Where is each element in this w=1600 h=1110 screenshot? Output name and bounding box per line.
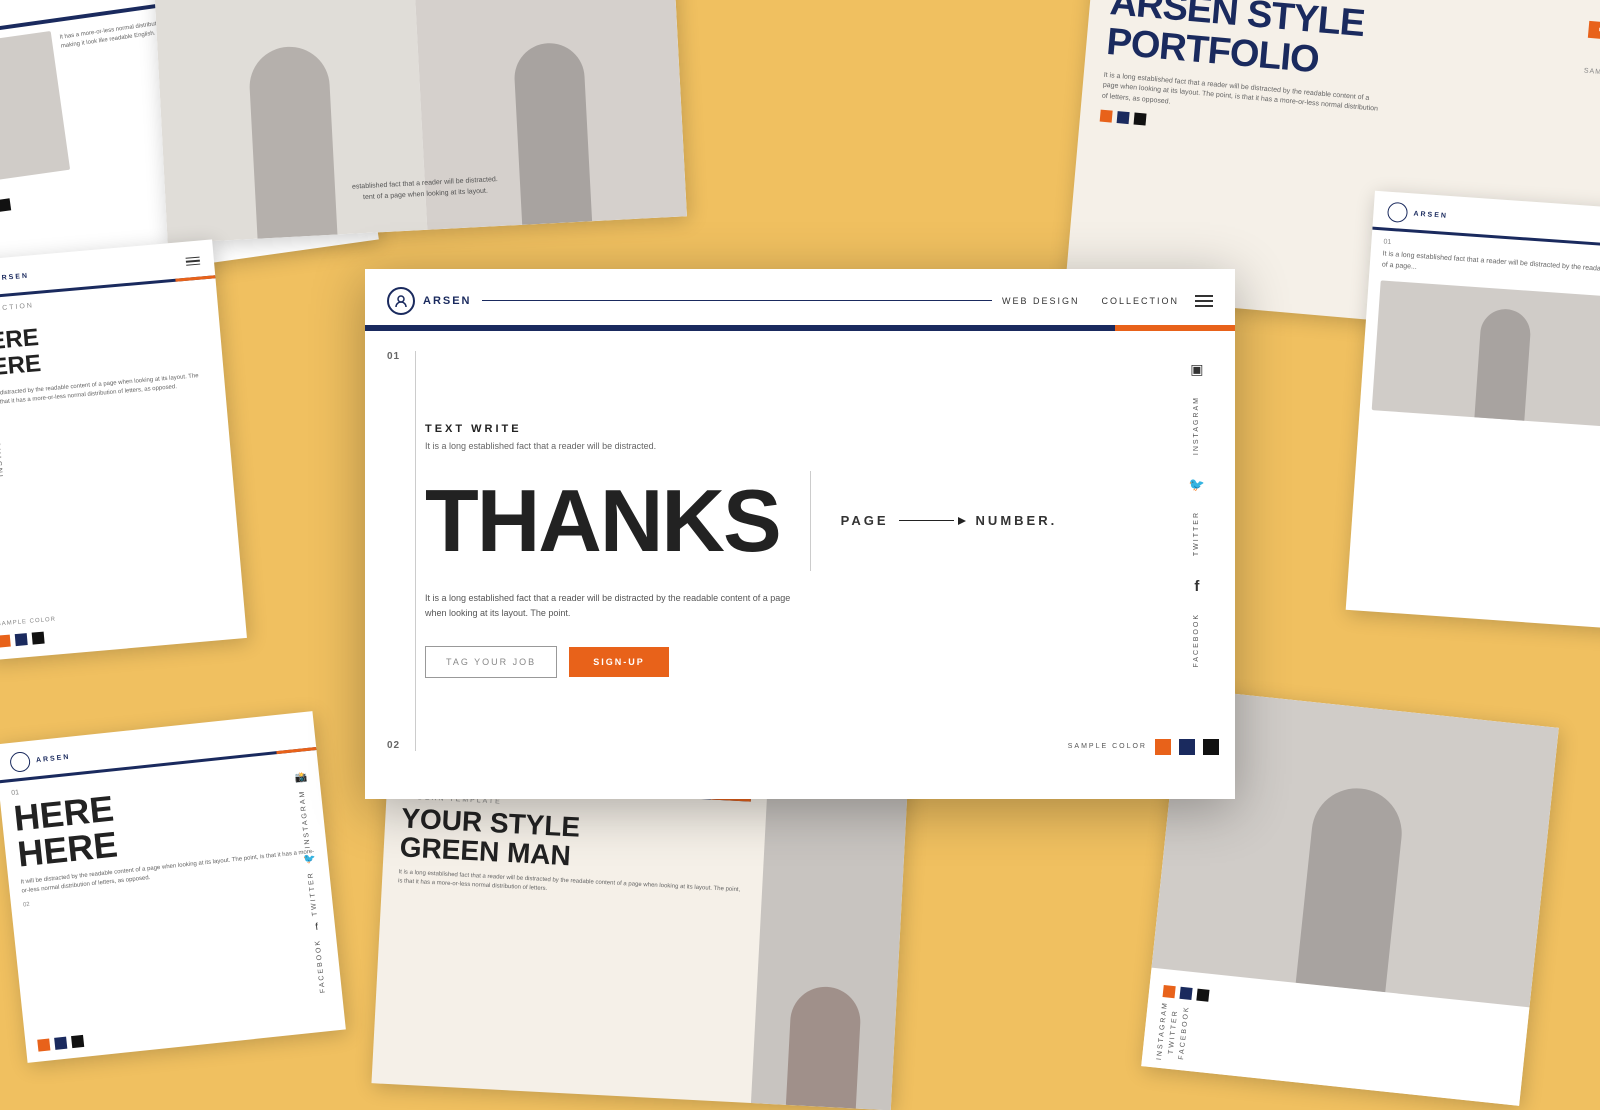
body-text: It is a long established fact that a rea… (425, 591, 805, 622)
text-write-sub: It is a long established fact that a rea… (425, 441, 1173, 451)
arrow-head (958, 517, 966, 525)
nav-items: WEB DESIGN COLLECTION (1002, 296, 1179, 306)
color-swatch-navy (1179, 739, 1195, 755)
sample-color-row: SAMPLE COLOR (1068, 739, 1219, 755)
bg-logo-bl (9, 751, 31, 773)
number-label: NUMBER. (976, 513, 1058, 528)
bg-slide-left-mid: ARSEN COLLECTION 01 HEREHERE It will be … (0, 239, 247, 660)
thanks-text: THANKS (425, 477, 780, 565)
bg-logo-rm (1387, 202, 1408, 223)
page-number-area: PAGE NUMBER. (841, 513, 1058, 528)
nav-web-design: WEB DESIGN (1002, 296, 1080, 306)
main-content: TEXT WRITE It is a long established fact… (425, 351, 1173, 751)
arrow-line (899, 520, 954, 521)
color-swatch-orange (1155, 739, 1171, 755)
thanks-row: THANKS PAGE NUMBER. (425, 471, 1173, 571)
thanks-divider (810, 471, 811, 571)
cta-row: TAG YOUR JOB SIGN-UP (425, 646, 1173, 678)
twitter-label: TWITTER (1193, 511, 1200, 556)
bg-slide-right-mid: ARSEN 01 It is a long established fact t… (1346, 191, 1600, 630)
slide-number-02: 02 (387, 740, 400, 751)
bg-brand-lm: ARSEN (0, 272, 29, 282)
slide-header: ARSEN WEB DESIGN COLLECTION (365, 269, 1235, 325)
page-label: PAGE (841, 513, 889, 528)
logo-circle (387, 287, 415, 315)
tag-job-button[interactable]: TAG YOUR JOB (425, 646, 557, 678)
nav-line (482, 300, 992, 301)
bg-slide-top-center: established fact that a reader will be d… (153, 0, 687, 243)
twitter-icon: 🐦 (1189, 477, 1205, 493)
vertical-line (415, 351, 416, 751)
slide-body: 01 TEXT WRITE It is a long established f… (365, 331, 1235, 771)
bg-slide-bottom-left: ARSEN 01 HEREHERE It will be distracted … (0, 711, 346, 1063)
facebook-label: FACEBOOK (1193, 613, 1200, 668)
instagram-label: INSTAGRAM (1193, 396, 1200, 455)
sign-up-button[interactable]: SIGN-UP (569, 647, 669, 677)
sample-color-label: SAMPLE COLOR (1068, 743, 1147, 750)
bg-brand-rm: ARSEN (1413, 210, 1448, 219)
social-sidebar: ▣ INSTAGRAM 🐦 TWITTER f FACEBOOK (1173, 351, 1205, 751)
nav-collection: COLLECTION (1101, 296, 1179, 306)
bg-slide-bottom-center: ARSEN MODERN TEMPLATE YOUR STYLEGREEN MA… (371, 744, 908, 1110)
text-write-label: TEXT WRITE (425, 423, 1173, 435)
brand-name: ARSEN (423, 295, 472, 307)
color-swatch-black (1203, 739, 1219, 755)
slide-number-01: 01 (387, 351, 400, 362)
bg-brand-bl: ARSEN (36, 753, 71, 764)
instagram-icon: ▣ (1190, 361, 1203, 378)
facebook-icon: f (1194, 578, 1199, 595)
menu-icon[interactable] (1195, 295, 1213, 307)
page-arrow (899, 517, 966, 525)
main-slide: ARSEN WEB DESIGN COLLECTION 01 TEXT WRIT… (365, 269, 1235, 799)
